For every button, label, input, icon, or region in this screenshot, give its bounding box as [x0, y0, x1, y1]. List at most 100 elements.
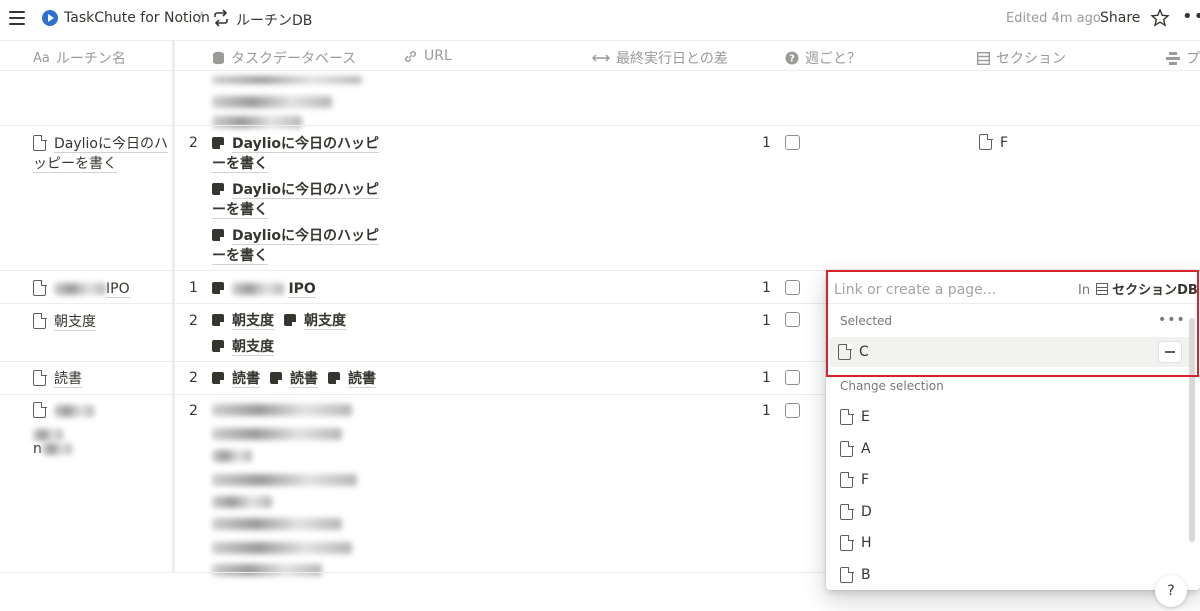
- related-task[interactable]: 朝支度: [284, 311, 346, 331]
- task-count: 2: [189, 135, 198, 151]
- remove-relation-button[interactable]: [1158, 341, 1182, 363]
- related-task[interactable]: 朝支度: [212, 337, 274, 357]
- selected-section-label: Selected: [840, 314, 893, 328]
- relation-page-icon: [328, 372, 340, 384]
- target-database-label: In セクションDB: [1078, 283, 1198, 298]
- relation-page-icon: [270, 372, 282, 384]
- column-header-section[interactable]: セクション: [977, 48, 1066, 68]
- blurred-task-list: [212, 402, 357, 576]
- relation-page-icon: [284, 314, 296, 326]
- column-header-diff[interactable]: 最終実行日との差: [592, 48, 728, 68]
- page-icon: [840, 471, 854, 488]
- related-task[interactable]: 読書: [270, 369, 318, 389]
- page-icon: [840, 440, 854, 457]
- page-icon: [33, 279, 47, 296]
- rollup-icon: [1166, 51, 1180, 65]
- text-type-icon: Aa: [33, 50, 50, 66]
- weekly-checkbox[interactable]: [785, 312, 800, 327]
- blurred-task-list: [212, 72, 362, 128]
- link-icon: [405, 50, 416, 62]
- page-icon: [33, 401, 47, 418]
- option-item[interactable]: H: [832, 528, 1172, 558]
- selected-item[interactable]: C: [830, 337, 1192, 367]
- diff-value: 1: [762, 135, 771, 151]
- option-item[interactable]: D: [832, 497, 1172, 527]
- database-icon: [1096, 283, 1109, 295]
- related-task[interactable]: Daylioに今日のハッピーを書く: [212, 134, 387, 174]
- option-item[interactable]: B: [832, 560, 1172, 590]
- page-icon: [840, 566, 854, 583]
- help-button[interactable]: ?: [1155, 575, 1187, 607]
- page-icon: [838, 343, 852, 360]
- relation-page-icon: [212, 340, 224, 352]
- relation-page-icon: [212, 183, 224, 195]
- table-header: Aa ルーチン名 タスクデータベース URL 最終実行日との差 ? 週ごと？ セ…: [0, 40, 1200, 71]
- related-task[interactable]: Daylioに今日のハッピーを書く: [212, 226, 387, 266]
- diff-value: 1: [762, 403, 771, 419]
- share-button[interactable]: Share: [1100, 10, 1140, 26]
- weekly-checkbox[interactable]: [785, 280, 800, 295]
- weekly-checkbox[interactable]: [785, 135, 800, 150]
- table-row-title[interactable]: IPO: [33, 279, 130, 299]
- row-divider: [0, 125, 1200, 126]
- selected-more-button[interactable]: •••: [1158, 312, 1186, 328]
- weekly-checkbox[interactable]: [785, 403, 800, 418]
- relation-page-icon: [212, 137, 224, 149]
- database-list-icon: [977, 51, 990, 65]
- related-task[interactable]: IPO: [212, 279, 316, 299]
- column-header-task-db[interactable]: タスクデータベース: [212, 48, 356, 68]
- related-task[interactable]: Daylioに今日のハッピーを書く: [212, 180, 387, 220]
- relation-page-icon: [212, 229, 224, 241]
- page-icon: [840, 503, 854, 520]
- column-header-weekly[interactable]: ? 週ごと？: [785, 48, 861, 68]
- column-header-rollup[interactable]: プ: [1166, 48, 1200, 68]
- breadcrumb-db[interactable]: ルーチンDB: [236, 10, 312, 30]
- relation-page-icon: [212, 372, 224, 384]
- menu-icon[interactable]: [9, 11, 25, 25]
- change-selection-label: Change selection: [840, 379, 944, 393]
- divider: [826, 303, 1200, 304]
- column-header-url[interactable]: URL: [403, 48, 452, 64]
- task-count: 2: [189, 313, 198, 329]
- diff-value: 1: [762, 313, 771, 329]
- option-item[interactable]: F: [832, 465, 1172, 495]
- more-options-button[interactable]: •••: [1182, 6, 1200, 27]
- minus-icon: [1165, 351, 1175, 353]
- related-task[interactable]: 朝支度: [212, 311, 274, 331]
- edited-timestamp: Edited 4m ago: [1006, 11, 1101, 26]
- table-row-title[interactable]: n: [33, 401, 163, 457]
- database-icon: [213, 51, 224, 65]
- table-row-title[interactable]: 朝支度: [33, 312, 96, 332]
- page-icon: [33, 369, 47, 386]
- related-task[interactable]: 読書: [328, 369, 376, 389]
- breadcrumb-app[interactable]: TaskChute for Notion: [64, 10, 210, 26]
- top-bar: TaskChute for Notion / ルーチンDB Edited 4m …: [0, 0, 1200, 38]
- question-icon: ?: [785, 51, 799, 65]
- breadcrumb-separator: /: [198, 10, 203, 26]
- task-count: 2: [189, 403, 198, 419]
- page-icon: [33, 312, 47, 329]
- column-header-title[interactable]: Aa ルーチン名: [33, 48, 126, 68]
- svg-text:?: ?: [789, 54, 795, 65]
- page-icon: [33, 134, 47, 151]
- arrows-icon: [592, 54, 610, 62]
- table-row-title[interactable]: Daylioに今日のハッピーを書く: [33, 134, 168, 174]
- page-icon: [840, 408, 854, 425]
- option-item[interactable]: E: [832, 402, 1172, 432]
- star-icon[interactable]: [1150, 8, 1170, 28]
- page-icon: [979, 133, 993, 150]
- diff-value: 1: [762, 280, 771, 296]
- relation-picker-popup: InセクションDB Selected ••• C Change selectio…: [826, 270, 1200, 590]
- table-row-title[interactable]: 読書: [33, 369, 82, 389]
- task-count: 2: [189, 370, 198, 386]
- play-icon: [42, 10, 58, 26]
- relation-page-icon: [212, 282, 224, 294]
- weekly-checkbox[interactable]: [785, 370, 800, 385]
- relation-page-icon: [212, 314, 224, 326]
- diff-value: 1: [762, 370, 771, 386]
- dropdown-scrollbar[interactable]: [1189, 318, 1195, 542]
- section-value[interactable]: F: [979, 133, 1008, 151]
- column-divider: [172, 40, 175, 572]
- related-task[interactable]: 読書: [212, 369, 260, 389]
- option-item[interactable]: A: [832, 434, 1172, 464]
